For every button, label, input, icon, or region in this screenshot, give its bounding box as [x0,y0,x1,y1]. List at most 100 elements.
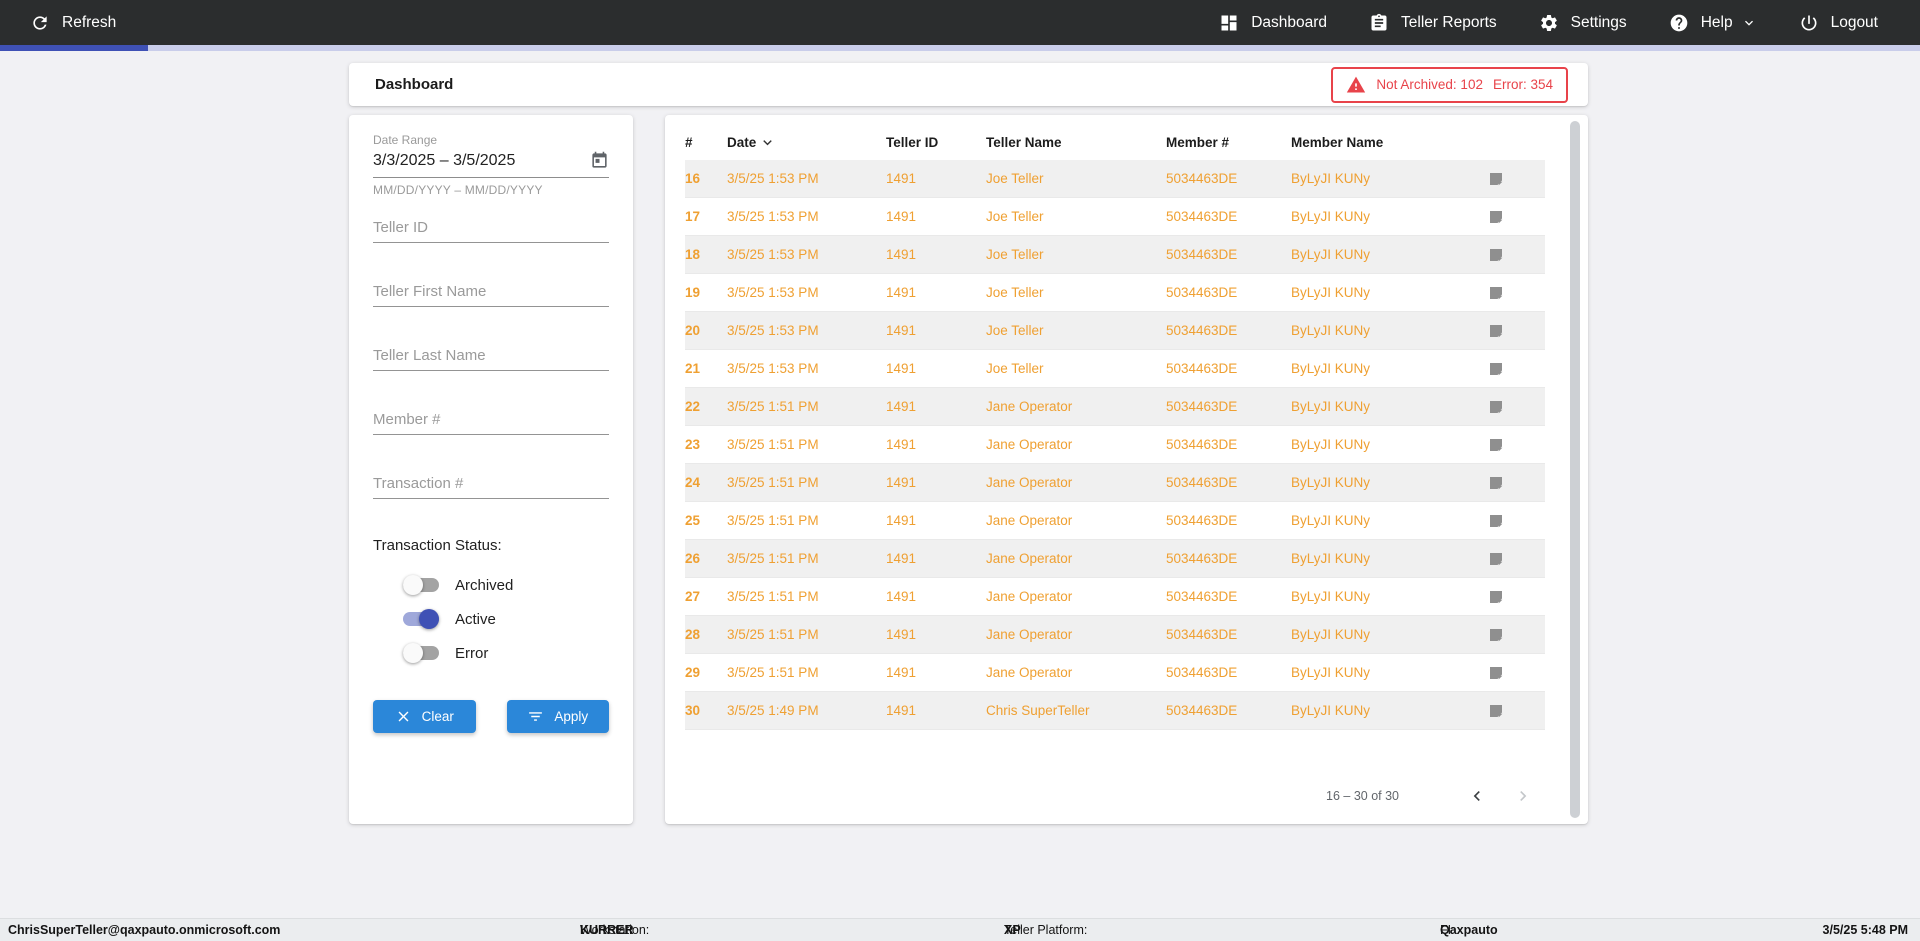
teller-first-name-field[interactable] [373,277,609,307]
chevron-right-icon [1520,791,1527,801]
table-row[interactable]: 30 3/5/25 1:49 PM 1491 Chris SuperTeller… [685,692,1545,730]
nav-right: Dashboard Teller Reports Settings Help L… [1219,13,1878,33]
error-count: Error: 354 [1492,77,1553,92]
note-icon[interactable] [1487,702,1505,720]
note-icon[interactable] [1487,588,1505,606]
table-row[interactable]: 21 3/5/25 1:53 PM 1491 Joe Teller 503446… [685,350,1545,388]
transaction-status-toggles: Archived Active Error [373,568,609,670]
table-row[interactable]: 25 3/5/25 1:51 PM 1491 Jane Operator 503… [685,502,1545,540]
nav-logout[interactable]: Logout [1799,13,1878,33]
row-number: 19 [685,285,701,300]
note-icon[interactable] [1487,322,1505,340]
nav-dashboard[interactable]: Dashboard [1219,13,1327,33]
clear-button[interactable]: Clear [373,700,476,733]
power-icon [1801,15,1817,30]
note-icon[interactable] [1487,284,1505,302]
table-row[interactable]: 27 3/5/25 1:51 PM 1491 Jane Operator 503… [685,578,1545,616]
note-icon[interactable] [1487,512,1505,530]
nav-help[interactable]: Help [1669,13,1757,33]
row-date: 3/5/25 1:51 PM [727,627,819,642]
row-number: 24 [685,475,701,490]
row-teller-name: Jane Operator [986,437,1073,452]
toggle-error[interactable]: Error [373,636,609,670]
row-member-num: 5034463DE [1166,475,1238,490]
table-row[interactable]: 28 3/5/25 1:51 PM 1491 Jane Operator 503… [685,616,1545,654]
row-teller-id: 1491 [886,209,917,224]
status-alert-badge: Not Archived: 102 Error: 354 [1331,66,1568,103]
close-icon [398,711,409,722]
table-row[interactable]: 26 3/5/25 1:51 PM 1491 Jane Operator 503… [685,540,1545,578]
filter-icon [529,712,543,721]
row-note-cell [1481,208,1545,226]
row-member-name: ByLyJI KUNy [1291,285,1371,300]
row-note-cell [1481,474,1545,492]
row-member-name: ByLyJI KUNy [1291,171,1371,186]
row-date: 3/5/25 1:51 PM [727,437,819,452]
table-row[interactable]: 19 3/5/25 1:53 PM 1491 Joe Teller 503446… [685,274,1545,312]
row-note-cell [1481,436,1545,454]
refresh-label: Refresh [62,13,117,31]
toggle-active[interactable]: Active [373,602,609,636]
column-header-teller-name[interactable]: Teller Name [986,135,1166,150]
row-number: 28 [685,627,701,642]
member-number-field[interactable] [373,405,609,435]
pagination-prev-button[interactable] [1467,786,1487,806]
row-number: 16 [685,171,701,186]
note-icon[interactable] [1487,550,1505,568]
column-header-date[interactable]: Date [727,134,886,151]
toggle-switch[interactable] [403,575,439,595]
row-number: 21 [685,361,701,376]
date-range-field[interactable]: 3/3/2025 – 3/5/2025 [373,151,609,178]
column-header-member-num[interactable]: Member # [1166,135,1291,150]
pagination-range-label: 16 – 30 of 30 [1326,789,1399,803]
row-note-cell [1481,398,1545,416]
pagination: 16 – 30 of 30 [1326,786,1533,806]
table-row[interactable]: 23 3/5/25 1:51 PM 1491 Jane Operator 503… [685,426,1545,464]
table-row[interactable]: 22 3/5/25 1:51 PM 1491 Jane Operator 503… [685,388,1545,426]
row-member-num: 5034463DE [1166,665,1238,680]
table-row[interactable]: 24 3/5/25 1:51 PM 1491 Jane Operator 503… [685,464,1545,502]
nav-teller-reports[interactable]: Teller Reports [1369,13,1497,33]
column-header-num[interactable]: # [685,135,727,150]
refresh-button[interactable]: Refresh [30,13,116,33]
note-icon[interactable] [1487,398,1505,416]
table-scrollbar[interactable] [1570,121,1580,818]
table-row[interactable]: 29 3/5/25 1:51 PM 1491 Jane Operator 503… [685,654,1545,692]
row-note-cell [1481,626,1545,644]
nav-settings[interactable]: Settings [1539,13,1627,33]
table-row[interactable]: 16 3/5/25 1:53 PM 1491 Joe Teller 503446… [685,160,1545,198]
toggle-archived[interactable]: Archived [373,568,609,602]
note-icon[interactable] [1487,246,1505,264]
transaction-number-field[interactable] [373,469,609,499]
row-number: 25 [685,513,701,528]
table-row[interactable]: 18 3/5/25 1:53 PM 1491 Joe Teller 503446… [685,236,1545,274]
note-icon[interactable] [1487,208,1505,226]
row-teller-name: Joe Teller [986,361,1044,376]
teller-last-name-field[interactable] [373,341,609,371]
pagination-next-button[interactable] [1513,786,1533,806]
row-teller-name: Joe Teller [986,171,1044,186]
table-header-row: # Date Teller ID Teller Name Member # Me… [685,125,1545,160]
note-icon[interactable] [1487,360,1505,378]
row-number: 22 [685,399,701,414]
page-title: Dashboard [375,76,454,93]
row-member-name: ByLyJI KUNy [1291,209,1371,224]
row-member-name: ByLyJI KUNy [1291,399,1371,414]
toggle-switch[interactable] [403,643,439,663]
note-icon[interactable] [1487,474,1505,492]
note-icon[interactable] [1487,626,1505,644]
note-icon[interactable] [1487,664,1505,682]
row-teller-name: Jane Operator [986,627,1073,642]
table-row[interactable]: 17 3/5/25 1:53 PM 1491 Joe Teller 503446… [685,198,1545,236]
column-header-member-name[interactable]: Member Name [1291,135,1481,150]
column-header-teller-id[interactable]: Teller ID [886,135,986,150]
row-member-name: ByLyJI KUNy [1291,589,1371,604]
note-icon[interactable] [1487,170,1505,188]
note-icon[interactable] [1487,436,1505,454]
apply-button[interactable]: Apply [506,700,609,733]
teller-id-field[interactable] [373,213,609,243]
table-row[interactable]: 20 3/5/25 1:53 PM 1491 Joe Teller 503446… [685,312,1545,350]
row-member-num: 5034463DE [1166,551,1238,566]
calendar-icon[interactable] [590,151,609,170]
toggle-switch[interactable] [403,609,439,629]
